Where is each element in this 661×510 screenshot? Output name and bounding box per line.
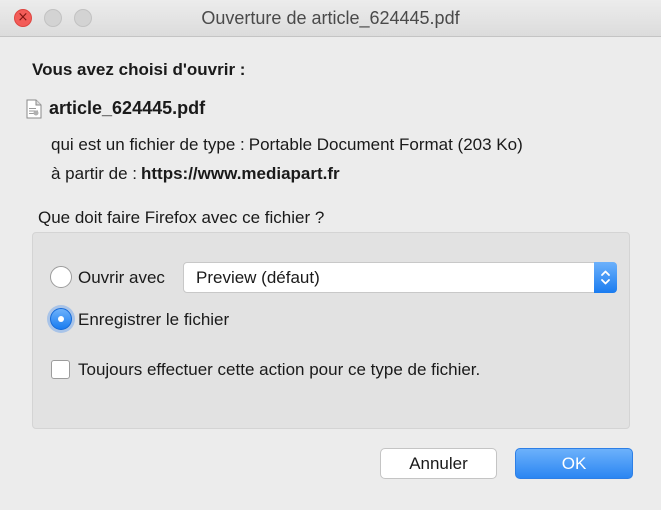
chevron-up-down-icon: [601, 270, 610, 285]
file-source-value: https://www.mediapart.fr: [141, 164, 340, 183]
title-bar[interactable]: × Ouverture de article_624445.pdf: [0, 0, 661, 37]
radio-selected-dot: [58, 316, 64, 322]
open-with-app-value: Preview (défaut): [196, 268, 320, 287]
ok-button[interactable]: OK: [515, 448, 633, 479]
file-name: article_624445.pdf: [49, 98, 206, 118]
file-source-label: à partir de :: [51, 164, 137, 183]
window-title: Ouverture de article_624445.pdf: [201, 8, 460, 28]
always-do-this-checkbox[interactable]: [51, 360, 70, 379]
open-with-radio[interactable]: [50, 266, 72, 288]
dialog-heading: Vous avez choisi d'ouvrir :: [32, 60, 246, 79]
file-type-value: Portable Document Format (203 Ko): [248, 135, 523, 154]
file-source-line: à partir de : https://www.mediapart.fr: [51, 164, 340, 184]
action-question: Que doit faire Firefox avec ce fichier ?: [38, 208, 325, 227]
open-with-label[interactable]: Ouvrir avec: [78, 268, 165, 288]
save-file-radio[interactable]: [50, 308, 72, 330]
download-dialog: × Ouverture de article_624445.pdf Vous a…: [0, 0, 661, 510]
file-type-line: qui est un fichier de type : Portable Doc…: [51, 135, 523, 155]
always-do-this-label[interactable]: Toujours effectuer cette action pour ce …: [78, 360, 480, 380]
select-stepper[interactable]: [594, 262, 617, 293]
cancel-button[interactable]: Annuler: [380, 448, 497, 479]
open-with-app-select[interactable]: Preview (défaut): [183, 262, 617, 293]
file-type-label: qui est un fichier de type :: [51, 135, 245, 154]
document-icon: [26, 99, 42, 119]
save-file-label[interactable]: Enregistrer le fichier: [78, 310, 229, 330]
